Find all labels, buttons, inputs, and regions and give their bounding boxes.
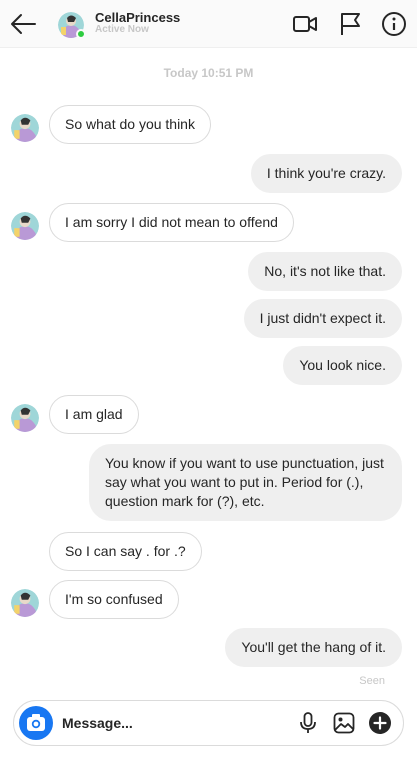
message-bubble-outgoing[interactable]: No, it's not like that.: [248, 252, 402, 291]
header-avatar[interactable]: [58, 12, 86, 39]
plus-icon[interactable]: [368, 711, 392, 735]
seen-indicator: Seen: [359, 675, 385, 687]
message-bubble-incoming[interactable]: I'm so confused: [49, 580, 179, 619]
message-bubble-incoming[interactable]: I am glad: [49, 395, 139, 434]
message-bubble-outgoing[interactable]: You know if you want to use punctuation,…: [89, 444, 402, 521]
message-bubble-incoming[interactable]: So I can say . for .?: [49, 532, 202, 571]
image-icon[interactable]: [332, 711, 356, 735]
video-call-icon[interactable]: [292, 11, 318, 37]
avatar[interactable]: [11, 212, 39, 240]
info-icon[interactable]: [381, 11, 407, 37]
camera-button[interactable]: [19, 706, 53, 740]
message-bubble-incoming[interactable]: So what do you think: [49, 105, 211, 144]
message-input[interactable]: [62, 711, 272, 735]
camera-icon: [27, 714, 45, 731]
microphone-icon[interactable]: [296, 711, 320, 735]
flag-icon[interactable]: [337, 11, 363, 37]
message-bubble-outgoing[interactable]: I just didn't expect it.: [243, 299, 402, 338]
avatar[interactable]: [11, 404, 39, 432]
avatar[interactable]: [11, 589, 39, 617]
message-bubble-incoming[interactable]: I am sorry I did not mean to offend: [49, 203, 294, 242]
back-arrow-icon[interactable]: [8, 10, 38, 38]
active-status: Active Now: [95, 24, 149, 35]
chat-header: CellaPrincess Active Now: [0, 0, 417, 48]
message-bubble-outgoing[interactable]: You look nice.: [283, 346, 402, 385]
message-bubble-outgoing[interactable]: You'll get the hang of it.: [225, 628, 402, 667]
message-bubble-outgoing[interactable]: I think you're crazy.: [250, 154, 402, 193]
chat-username[interactable]: CellaPrincess: [95, 10, 180, 25]
message-composer: [13, 700, 404, 746]
avatar[interactable]: [11, 114, 39, 142]
online-indicator: [76, 29, 86, 39]
thread-timestamp: Today 10:51 PM: [163, 66, 254, 80]
